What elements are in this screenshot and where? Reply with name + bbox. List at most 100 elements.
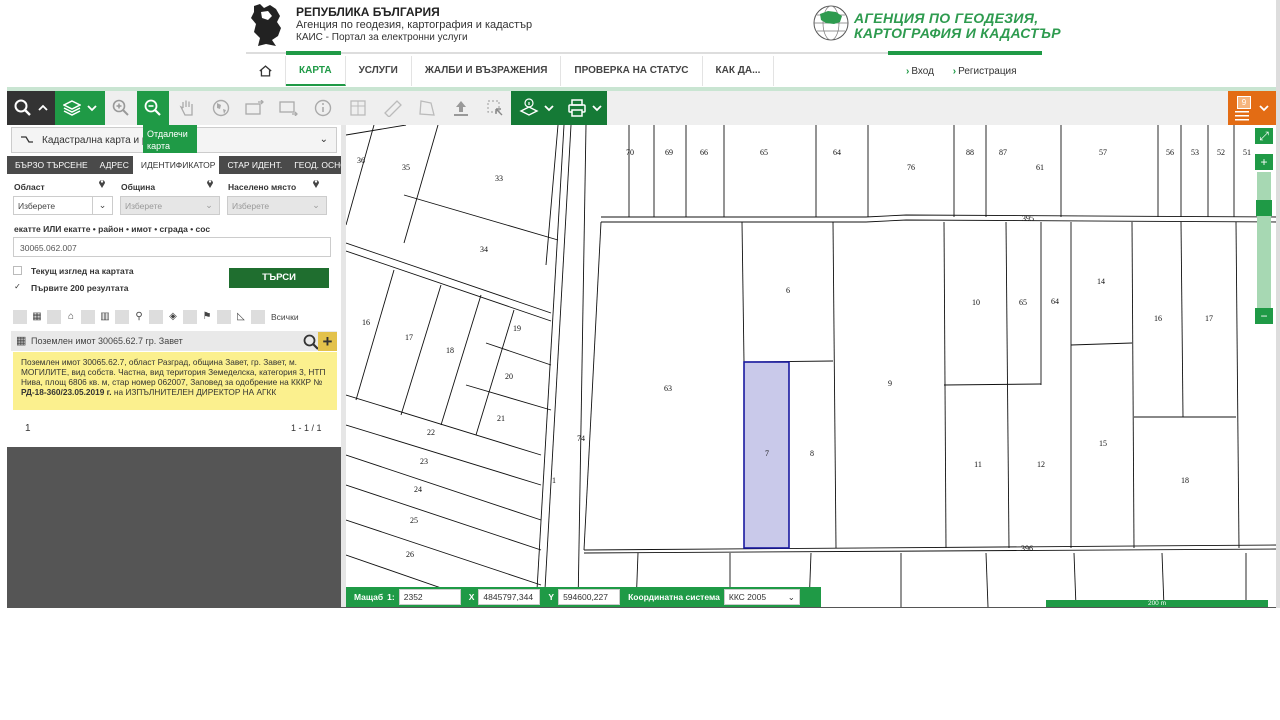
- chevron-down-icon: ⌄: [787, 592, 795, 602]
- layer-info-button[interactable]: [511, 91, 561, 125]
- grid-icon[interactable]: ▦: [29, 310, 45, 324]
- fullscreen-button[interactable]: ⤢: [1255, 128, 1273, 144]
- parcel-label: 22: [427, 428, 435, 437]
- cadastral-map[interactable]: 36 35 33 34 16 17 18 19 20 21 22 23 24 2…: [346, 125, 1279, 607]
- parcel-label: 87: [999, 148, 1007, 157]
- frame-bottom-border: [7, 607, 1279, 608]
- nav-map[interactable]: КАРТА: [286, 56, 346, 86]
- parcel-label: 14: [1097, 277, 1105, 286]
- print-layout-button[interactable]: [343, 91, 375, 125]
- measure-area-button[interactable]: [411, 91, 443, 125]
- first200-label: Първите 200 резултата: [31, 283, 129, 293]
- chevron-up-icon: [38, 104, 48, 111]
- parcel-label: 15: [1099, 439, 1107, 448]
- settlement-label: Населено място: [228, 182, 297, 192]
- current-view-checkbox[interactable]: [13, 266, 22, 275]
- map-canvas[interactable]: 36 35 33 34 16 17 18 19 20 21 22 23 24 2…: [346, 125, 1279, 607]
- parcel-label: 34: [480, 245, 488, 254]
- map-pin-icon[interactable]: [206, 178, 214, 188]
- map-pin-icon[interactable]: [98, 178, 106, 188]
- upload-button[interactable]: [445, 91, 477, 125]
- chevron-down-icon: ⌄: [319, 134, 328, 145]
- identify-button[interactable]: [307, 91, 339, 125]
- filter-checkbox[interactable]: [47, 310, 61, 324]
- search-toggle-button[interactable]: [7, 91, 55, 125]
- polygon-icon[interactable]: ◺: [233, 310, 249, 324]
- brand-underline: [888, 51, 1042, 55]
- tab-address[interactable]: АДРЕС: [92, 156, 133, 174]
- nav-status-check[interactable]: ПРОВЕРКА НА СТАТУС: [561, 56, 703, 86]
- add-result-button[interactable]: +: [318, 332, 337, 351]
- road-label: 395: [1022, 214, 1034, 223]
- apartment-icon[interactable]: ▥: [97, 310, 113, 324]
- legend-menu-button[interactable]: 9: [1228, 91, 1276, 125]
- parcel-label: 11: [974, 460, 982, 469]
- region-select[interactable]: Изберете ⌄: [13, 196, 113, 215]
- chevron-right-icon: ›: [906, 66, 910, 77]
- map-layer-label: Кадастрална карта и ре: [42, 134, 153, 146]
- nav-complaints[interactable]: ЖАЛБИ И ВЪЗРАЖЕНИЯ: [412, 56, 562, 86]
- scale-input[interactable]: 2352: [398, 589, 461, 605]
- first200-checkbox[interactable]: ✓: [13, 283, 22, 292]
- map-pin-icon[interactable]: [312, 178, 320, 188]
- municipality-label: Община: [121, 182, 156, 192]
- filter-checkbox[interactable]: [81, 310, 95, 324]
- filter-checkbox[interactable]: [217, 310, 231, 324]
- zoom-in-small-button[interactable]: +: [1255, 154, 1273, 170]
- polygon-icon: [419, 100, 435, 116]
- zoom-slider-thumb[interactable]: [1256, 200, 1272, 216]
- parcel-label: 64: [1051, 297, 1059, 306]
- measure-distance-button[interactable]: [377, 91, 409, 125]
- tab-old-identifier[interactable]: СТАР ИДЕНТ.: [219, 156, 286, 174]
- building-icon[interactable]: ⌂: [63, 310, 79, 324]
- layers-icon[interactable]: ◈: [165, 310, 181, 324]
- zoom-to-result-icon[interactable]: [303, 334, 319, 350]
- filter-checkbox[interactable]: [13, 310, 27, 324]
- chevron-down-icon: ⌄: [312, 200, 320, 210]
- scale-prefix: 1:: [387, 592, 395, 602]
- full-extent-button[interactable]: [205, 91, 237, 125]
- nav-services[interactable]: УСЛУГИ: [346, 56, 412, 86]
- zoom-out-button[interactable]: [137, 91, 169, 125]
- filter-checkbox[interactable]: [251, 310, 265, 324]
- region-label: Област: [14, 182, 45, 192]
- result-header[interactable]: ▦ Поземлен имот 30065.62.7 гр. Завет: [11, 331, 337, 351]
- page-scrollbar[interactable]: [1276, 0, 1280, 608]
- previous-extent-button[interactable]: [239, 91, 271, 125]
- crs-select[interactable]: ККС 2005 ⌄: [723, 589, 800, 605]
- municipality-select[interactable]: Изберете ⌄: [120, 196, 220, 215]
- tab-quick-search[interactable]: БЪРЗО ТЪРСЕНЕ: [7, 156, 92, 174]
- pan-button[interactable]: [171, 91, 203, 125]
- filter-checkbox[interactable]: [115, 310, 129, 324]
- identifier-hint: екатте ИЛИ екатте • район • имот • сград…: [14, 224, 211, 234]
- filter-checkbox[interactable]: [149, 310, 163, 324]
- pagination-page[interactable]: 1: [25, 423, 31, 434]
- pagination-count: 1 - 1 / 1: [291, 423, 322, 433]
- parcel-label: 65: [760, 148, 768, 157]
- login-link[interactable]: › Вход: [906, 66, 942, 77]
- scale-label: Мащаб: [354, 592, 384, 602]
- layers-button[interactable]: [55, 91, 105, 125]
- parcel-label: 12: [1037, 460, 1045, 469]
- register-link[interactable]: › Регистрация: [953, 66, 1025, 77]
- identifier-input[interactable]: 30065.062.007: [13, 237, 331, 257]
- geodetic-point-icon[interactable]: ⚑: [199, 310, 215, 324]
- portal-title: КАИС - Портал за електронни услуги: [296, 32, 468, 43]
- home-icon: [259, 65, 272, 77]
- brand-line-2: КАРТОГРАФИЯ И КАДАСТЪР: [854, 25, 1061, 41]
- print-button[interactable]: [561, 91, 607, 125]
- zoom-in-button[interactable]: [105, 91, 137, 125]
- filter-checkbox[interactable]: [183, 310, 197, 324]
- settlement-select[interactable]: Изберете ⌄: [227, 196, 327, 215]
- nav-how-to[interactable]: КАК ДА...: [703, 56, 775, 86]
- select-area-button[interactable]: [479, 91, 511, 125]
- tab-identifier[interactable]: ИДЕНТИФИКАТОР: [132, 156, 220, 174]
- parcel-label: 24: [414, 485, 422, 494]
- next-extent-button[interactable]: [273, 91, 305, 125]
- zoom-slider-track[interactable]: [1257, 172, 1271, 308]
- zoom-out-small-button[interactable]: −: [1255, 308, 1273, 324]
- search-button[interactable]: ТЪРСИ: [229, 268, 329, 288]
- chevron-down-icon: [87, 105, 97, 112]
- home-button[interactable]: [246, 56, 286, 86]
- address-pin-icon[interactable]: ⚲: [131, 310, 147, 324]
